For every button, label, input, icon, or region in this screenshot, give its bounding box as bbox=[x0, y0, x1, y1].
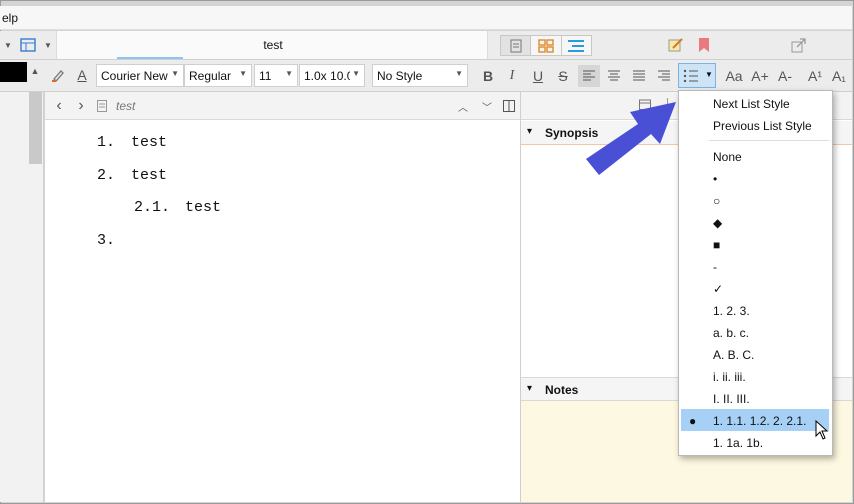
breadcrumb: test bbox=[116, 99, 136, 113]
list-style-square[interactable]: ■ bbox=[713, 238, 720, 252]
title-area: test bbox=[56, 31, 488, 59]
list-style-alphanumeric[interactable]: 1. 1a. 1b. bbox=[713, 436, 763, 450]
list-style-legal[interactable]: 1. 1.1. 1.2. 2. 2.1. bbox=[713, 414, 806, 428]
list-number: 2.1. bbox=[134, 199, 171, 216]
caret-down-icon[interactable]: ▼ bbox=[42, 39, 54, 51]
align-left-icon[interactable] bbox=[578, 65, 600, 87]
binder-strip bbox=[0, 92, 44, 502]
view-mode-group bbox=[500, 35, 592, 56]
previous-list-style-item[interactable]: Previous List Style bbox=[713, 119, 812, 133]
chevron-down-icon: ▼ bbox=[705, 70, 713, 79]
selected-bullet-icon: ● bbox=[689, 414, 697, 428]
chevron-up-icon[interactable]: ︿ bbox=[455, 97, 471, 115]
scrollbar-thumb[interactable] bbox=[29, 92, 42, 164]
superscript-button[interactable]: A¹ bbox=[804, 66, 826, 86]
forward-arrow-icon[interactable]: › bbox=[73, 97, 89, 115]
outline-view-icon[interactable] bbox=[562, 36, 591, 55]
list-number: 1. bbox=[97, 134, 116, 151]
chevron-down-icon: ▼ bbox=[455, 69, 463, 78]
chevron-down-icon: ▼ bbox=[352, 69, 360, 78]
align-right-icon[interactable] bbox=[653, 65, 675, 87]
align-justify-icon[interactable] bbox=[628, 65, 650, 87]
increase-font-button[interactable]: A+ bbox=[748, 66, 772, 86]
editor-pane[interactable]: 1. test 2. test 2.1. test 3. bbox=[45, 92, 520, 502]
share-icon[interactable] bbox=[788, 36, 810, 54]
list-item-text[interactable]: test bbox=[131, 134, 167, 151]
corkboard-view-icon[interactable] bbox=[531, 36, 562, 55]
editor-header: ‹ › test ︿ ﹀ bbox=[45, 92, 520, 120]
list-style-check[interactable]: ✓ bbox=[713, 282, 723, 296]
list-number: 2. bbox=[97, 167, 116, 184]
list-style-menu: Next List Style Previous List Style None… bbox=[678, 90, 833, 456]
list-style-circle[interactable]: ○ bbox=[713, 194, 720, 208]
document-icon bbox=[95, 97, 109, 115]
bookmark-icon[interactable] bbox=[695, 36, 713, 54]
chevron-down-icon: ▼ bbox=[171, 69, 179, 78]
italic-button[interactable]: I bbox=[502, 66, 522, 86]
progress-indicator bbox=[117, 57, 183, 59]
text-color-icon[interactable]: A bbox=[72, 65, 92, 85]
split-view-icon[interactable] bbox=[501, 98, 517, 114]
list-item-text[interactable]: test bbox=[185, 199, 221, 216]
list-style-button[interactable]: ▼ bbox=[678, 63, 716, 88]
line-spacing-select[interactable]: 1.0x 10.0 ▼ bbox=[299, 64, 365, 87]
edit-note-icon[interactable] bbox=[666, 36, 686, 54]
underline-button[interactable]: U bbox=[528, 66, 548, 86]
font-size-value: 11 bbox=[259, 69, 272, 83]
chevron-down-icon[interactable]: ﹀ bbox=[479, 97, 495, 115]
chevron-down-icon: ▾ bbox=[527, 126, 533, 137]
list-item-text[interactable]: test bbox=[131, 167, 167, 184]
line-spacing-value: 1.0x 10.0 bbox=[304, 69, 350, 83]
font-weight-value: Regular bbox=[189, 69, 232, 83]
menu-help[interactable]: elp bbox=[2, 11, 18, 25]
subscript-button[interactable]: A₁ bbox=[828, 66, 850, 86]
view-toolbar: ▼ ▼ test bbox=[0, 31, 852, 60]
paragraph-style-select[interactable]: No Style ▼ bbox=[372, 64, 468, 87]
list-style-lower-alpha[interactable]: a. b. c. bbox=[713, 326, 749, 340]
document-view-icon[interactable] bbox=[501, 36, 532, 55]
menu-separator bbox=[709, 140, 829, 141]
align-center-icon[interactable] bbox=[603, 65, 625, 87]
bold-button[interactable]: B bbox=[478, 66, 498, 86]
scroll-up-icon[interactable]: ▲ bbox=[29, 64, 41, 78]
mouse-cursor-icon bbox=[815, 420, 829, 440]
list-style-hyphen[interactable]: - bbox=[713, 260, 717, 274]
paragraph-style-value: No Style bbox=[377, 69, 423, 83]
list-number: 3. bbox=[97, 232, 116, 249]
annotation-arrow bbox=[586, 102, 676, 175]
back-arrow-icon[interactable]: ‹ bbox=[51, 97, 67, 115]
list-style-none[interactable]: None bbox=[713, 150, 742, 164]
decrease-font-button[interactable]: A- bbox=[773, 66, 797, 86]
font-size-aa-button[interactable]: Aa bbox=[722, 66, 746, 86]
strikethrough-button[interactable]: S bbox=[553, 66, 573, 86]
font-weight-select[interactable]: Regular ▼ bbox=[184, 64, 252, 87]
list-style-disc[interactable]: • bbox=[713, 172, 717, 186]
color-swatch[interactable] bbox=[0, 62, 27, 82]
font-family-value: Courier New bbox=[101, 69, 168, 83]
chevron-down-icon: ▾ bbox=[527, 383, 533, 394]
list-style-upper-roman[interactable]: I. II. III. bbox=[713, 392, 750, 406]
list-style-lower-roman[interactable]: i. ii. iii. bbox=[713, 370, 746, 384]
highlighter-icon[interactable] bbox=[48, 65, 68, 85]
list-style-decimal[interactable]: 1. 2. 3. bbox=[713, 304, 750, 318]
notes-label: Notes bbox=[545, 383, 579, 397]
font-family-select[interactable]: Courier New ▼ bbox=[96, 64, 184, 87]
chevron-down-icon: ▼ bbox=[285, 69, 293, 78]
list-style-diamond[interactable]: ◆ bbox=[713, 216, 722, 230]
font-size-select[interactable]: 11 ▼ bbox=[254, 64, 298, 87]
next-list-style-item[interactable]: Next List Style bbox=[713, 97, 790, 111]
list-style-upper-alpha[interactable]: A. B. C. bbox=[713, 348, 754, 362]
document-title: test bbox=[263, 38, 283, 52]
menubar: elp bbox=[0, 6, 852, 30]
format-bar: ▲ A Courier New ▼ Regular ▼ 11 ▼ 1.0x 10.0 ▼… bbox=[0, 60, 852, 92]
caret-down-icon[interactable]: ▼ bbox=[2, 39, 14, 51]
layout-icon[interactable] bbox=[18, 36, 38, 54]
chevron-down-icon: ▼ bbox=[239, 69, 247, 78]
list-bullets-icon bbox=[683, 69, 698, 83]
